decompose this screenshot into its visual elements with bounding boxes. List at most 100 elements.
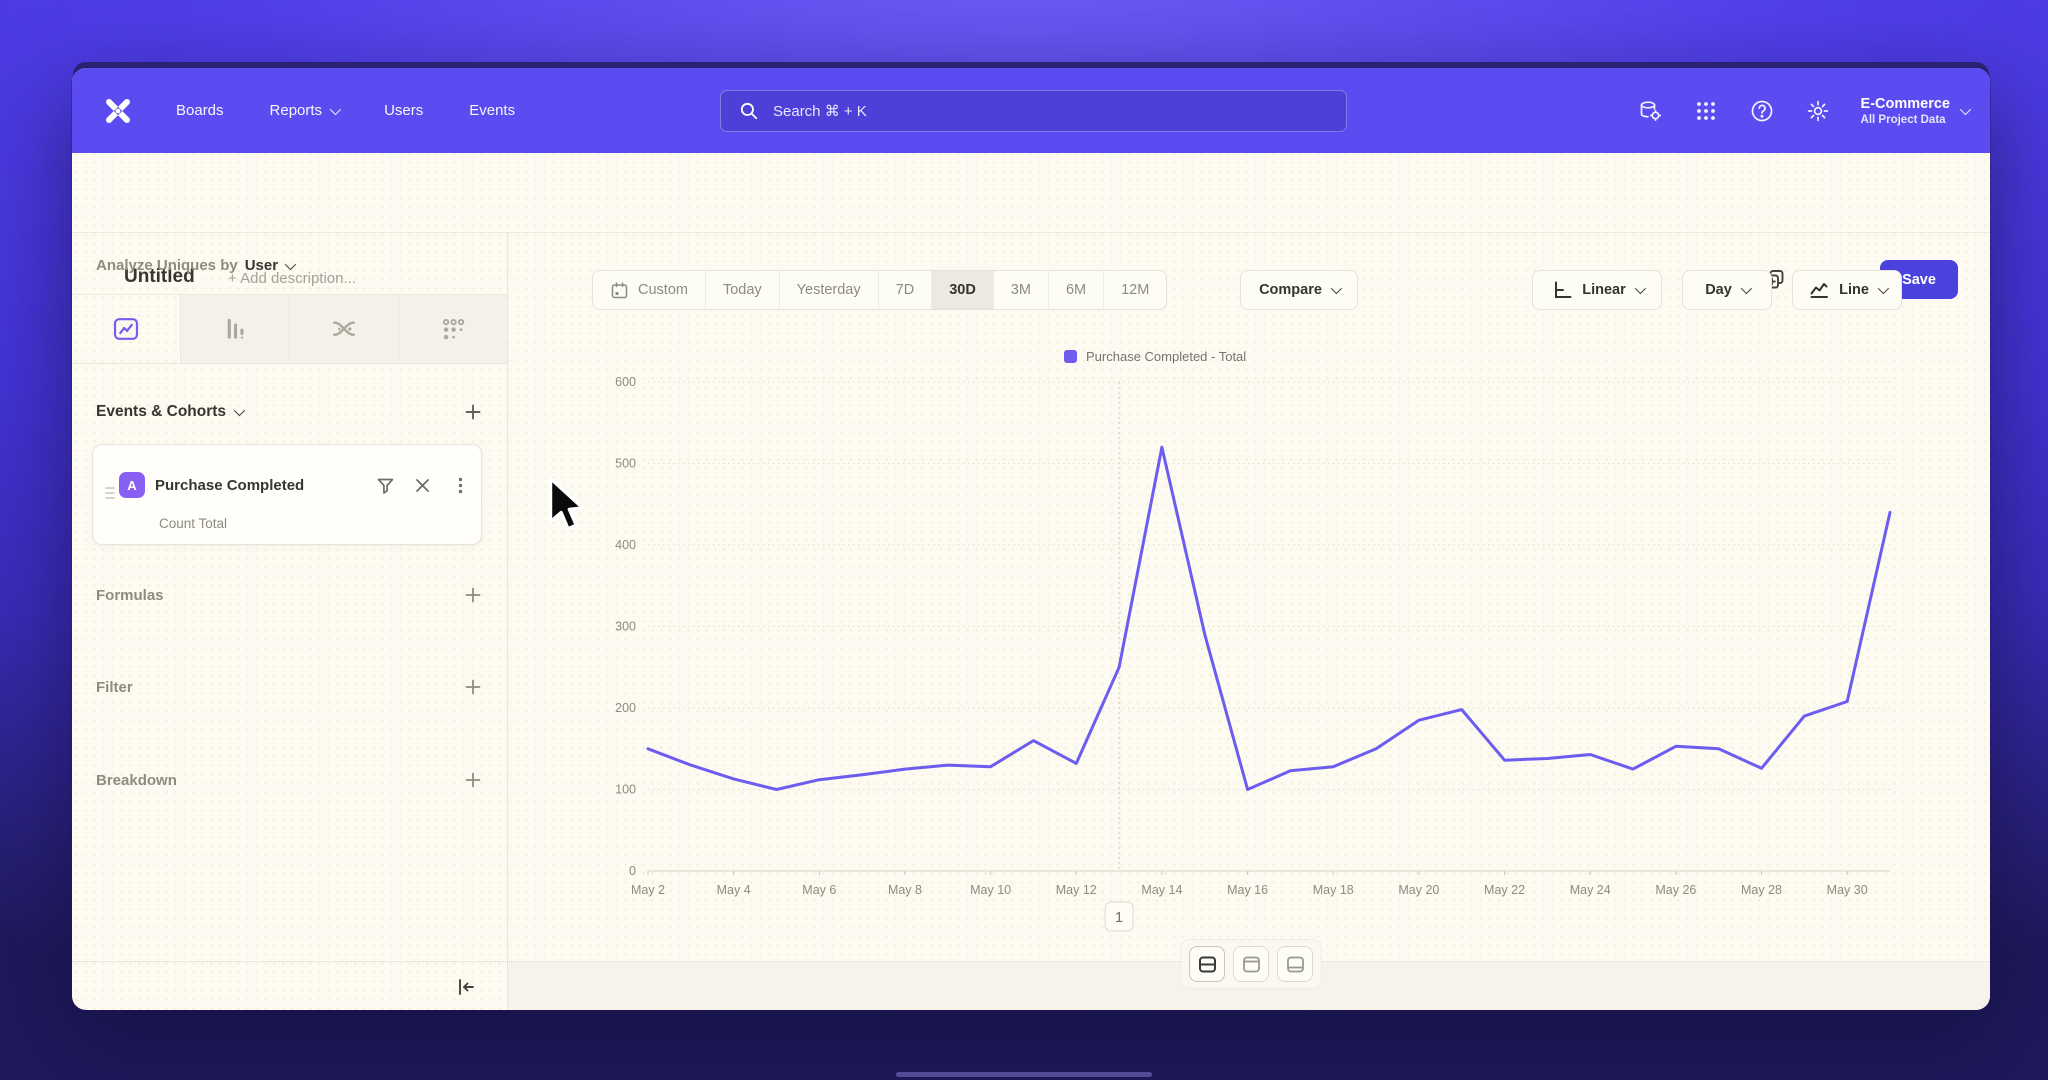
settings-gear-icon[interactable] [1805, 98, 1831, 124]
interval-dropdown[interactable]: Day [1682, 270, 1772, 310]
add-breakdown-button[interactable] [463, 770, 483, 790]
x-tick-label: May 4 [717, 883, 751, 897]
nav-item-users[interactable]: Users [384, 102, 423, 119]
chevron-down-icon [285, 258, 296, 269]
linear-axis-icon [1551, 279, 1573, 301]
chart-line [648, 447, 1890, 789]
insights-chart-icon [111, 314, 141, 344]
y-tick-label: 0 [629, 864, 636, 878]
line-chart: 0100200300400500600May 2May 4May 6May 8M… [598, 371, 1903, 933]
project-name: E-Commerce [1861, 96, 1950, 112]
compare-button[interactable]: Compare [1240, 270, 1358, 310]
filter-funnel-icon[interactable] [375, 475, 396, 496]
chevron-down-icon [330, 103, 341, 114]
project-subtitle: All Project Data [1861, 114, 1950, 126]
add-event-button[interactable] [463, 402, 483, 422]
range-12m[interactable]: 12M [1103, 271, 1166, 309]
x-tick-label: May 6 [802, 883, 836, 897]
nav-right-cluster: E-Commerce All Project Data [1637, 68, 1968, 153]
x-tick-label: May 24 [1570, 883, 1611, 897]
analyze-label: Analyze Uniques by [96, 257, 238, 274]
layout-toggle-group [1180, 939, 1322, 989]
add-filter-button[interactable] [463, 677, 483, 697]
collapse-sidebar-icon[interactable] [455, 976, 477, 998]
tab-insights[interactable] [72, 295, 180, 363]
range-6m[interactable]: 6M [1048, 271, 1103, 309]
y-tick-label: 500 [615, 457, 636, 471]
x-tick-label: May 26 [1655, 883, 1696, 897]
event-measure[interactable]: Count Total [159, 516, 227, 531]
x-tick-label: May 30 [1827, 883, 1868, 897]
split-rows-icon [1197, 954, 1218, 975]
footer-divider [72, 961, 1990, 962]
event-more-options-icon[interactable] [450, 475, 471, 496]
layout-panel-top-button[interactable] [1233, 946, 1269, 982]
chevron-down-icon [1635, 283, 1646, 294]
filter-section: Filter [96, 673, 483, 701]
x-tick-label: May 22 [1484, 883, 1525, 897]
flows-icon [329, 314, 359, 344]
chevron-down-icon [1331, 283, 1342, 294]
x-tick-label: May 20 [1398, 883, 1439, 897]
nav-item-reports[interactable]: Reports [270, 102, 339, 119]
range-30d[interactable]: 30D [931, 271, 993, 309]
legend-item[interactable]: Purchase Completed - Total [1064, 349, 1246, 364]
search-placeholder: Search ⌘ + K [773, 102, 867, 120]
layout-panel-bottom-button[interactable] [1277, 946, 1313, 982]
range-yesterday[interactable]: Yesterday [779, 271, 878, 309]
y-tick-label: 200 [615, 701, 636, 715]
mixpanel-logo-icon[interactable] [100, 93, 136, 129]
y-tick-label: 100 [615, 783, 636, 797]
nav-links: Boards Reports Users Events [176, 102, 515, 119]
chart-type-dropdown[interactable]: Line [1792, 270, 1902, 310]
events-cohorts-title[interactable]: Events & Cohorts [96, 403, 242, 421]
y-tick-label: 600 [615, 375, 636, 389]
chevron-down-icon [1741, 283, 1752, 294]
remove-event-icon[interactable] [412, 475, 433, 496]
x-tick-label: May 12 [1056, 883, 1097, 897]
report-header: Untitled + Add description... Save [72, 153, 1990, 233]
event-series-badge: A [119, 472, 145, 498]
tab-retention[interactable] [398, 295, 507, 363]
nav-item-events[interactable]: Events [469, 102, 515, 119]
project-switcher[interactable]: E-Commerce All Project Data [1861, 96, 1968, 126]
scale-dropdown[interactable]: Linear [1532, 270, 1662, 310]
chart-canvas: Custom Today Yesterday 7D 30D 3M 6M 12M … [508, 233, 1990, 1010]
panel-top-icon [1241, 954, 1262, 975]
range-today[interactable]: Today [705, 271, 779, 309]
range-3m[interactable]: 3M [993, 271, 1048, 309]
drag-handle-icon[interactable] [104, 485, 116, 501]
chevron-down-icon [1878, 283, 1889, 294]
analyze-value-dropdown[interactable]: User [245, 257, 278, 274]
formulas-section: Formulas [96, 581, 483, 609]
annotation-badge[interactable] [1105, 902, 1133, 931]
x-tick-label: May 2 [631, 883, 665, 897]
search-icon [739, 101, 759, 121]
home-indicator [896, 1072, 1152, 1077]
x-tick-label: May 18 [1313, 883, 1354, 897]
date-range-segmented-control: Custom Today Yesterday 7D 30D 3M 6M 12M [592, 270, 1167, 310]
x-tick-label: May 8 [888, 883, 922, 897]
range-7d[interactable]: 7D [878, 271, 932, 309]
nav-item-boards[interactable]: Boards [176, 102, 224, 119]
analyze-uniques-control: Analyze Uniques by User [96, 257, 293, 274]
chevron-down-icon [1960, 103, 1971, 114]
layout-split-rows-button[interactable] [1189, 946, 1225, 982]
help-icon[interactable] [1749, 98, 1775, 124]
tab-funnels[interactable] [180, 295, 289, 363]
tab-flows[interactable] [289, 295, 398, 363]
add-formula-button[interactable] [463, 585, 483, 605]
apps-grid-icon[interactable] [1693, 98, 1719, 124]
event-card-purchase-completed[interactable]: A Purchase Completed Count Total [92, 444, 482, 545]
range-custom[interactable]: Custom [593, 271, 705, 309]
x-tick-label: May 28 [1741, 883, 1782, 897]
events-cohorts-header: Events & Cohorts [96, 398, 483, 426]
report-type-tabs [72, 294, 507, 364]
x-tick-label: May 14 [1141, 883, 1182, 897]
panel-bottom-icon [1285, 954, 1306, 975]
formulas-label: Formulas [96, 587, 164, 604]
x-tick-label: May 16 [1227, 883, 1268, 897]
event-name[interactable]: Purchase Completed [155, 477, 304, 494]
data-management-icon[interactable] [1637, 98, 1663, 124]
search-input[interactable]: Search ⌘ + K [720, 90, 1347, 132]
